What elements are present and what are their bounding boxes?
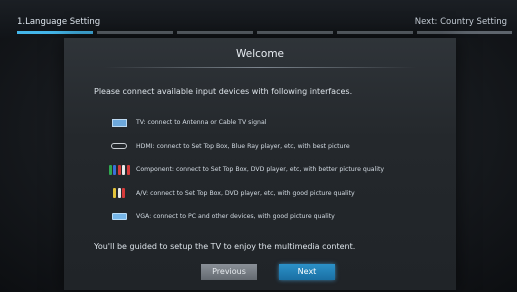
list-item: Component: connect to Set Top Box, DVD p… [108, 158, 450, 182]
interface-description: Component: connect to Set Top Box, DVD p… [136, 166, 385, 174]
vga-icon [110, 211, 128, 222]
list-item: HDMI: connect to Set Top Box, Blue Ray p… [110, 135, 450, 159]
tv-icon [110, 117, 128, 128]
progress-segment [417, 31, 512, 34]
guide-text: You'll be guided to setup the TV to enjo… [94, 242, 356, 251]
next-step-label: Next: Country Setting [414, 17, 507, 27]
interface-list: TV: connect to Antenna or Cable TV signa… [108, 111, 450, 229]
progress-segment [257, 31, 333, 34]
interface-description: HDMI: connect to Set Top Box, Blue Ray p… [136, 142, 350, 150]
panel-title: Welcome [235, 48, 285, 60]
welcome-panel: Welcome Please connect available input d… [64, 38, 456, 290]
list-item: VGA: connect to PC and other devices, wi… [110, 205, 450, 229]
av-icon [110, 188, 128, 199]
progress-segment-active [17, 31, 93, 34]
previous-button[interactable]: Previous [201, 264, 257, 280]
wizard-header: 1.Language Setting Next: Country Setting [0, 0, 517, 38]
wizard-progress-bar [17, 31, 512, 34]
intro-text: Please connect available input devices w… [94, 87, 353, 96]
list-item: A/V: connect to Set Top Box, DVD player,… [110, 182, 450, 206]
component-icon [108, 164, 130, 175]
next-button[interactable]: Next [279, 264, 335, 280]
current-step-label: 1.Language Setting [17, 17, 101, 27]
progress-segment [97, 31, 173, 34]
interface-description: A/V: connect to Set Top Box, DVD player,… [136, 189, 355, 197]
interface-description: VGA: connect to PC and other devices, wi… [136, 213, 335, 221]
interface-description: TV: connect to Antenna or Cable TV signa… [136, 119, 267, 127]
title-divider [104, 67, 416, 68]
progress-segment [337, 31, 413, 34]
hdmi-icon [110, 141, 128, 152]
list-item: TV: connect to Antenna or Cable TV signa… [110, 111, 450, 135]
progress-segment [177, 31, 253, 34]
